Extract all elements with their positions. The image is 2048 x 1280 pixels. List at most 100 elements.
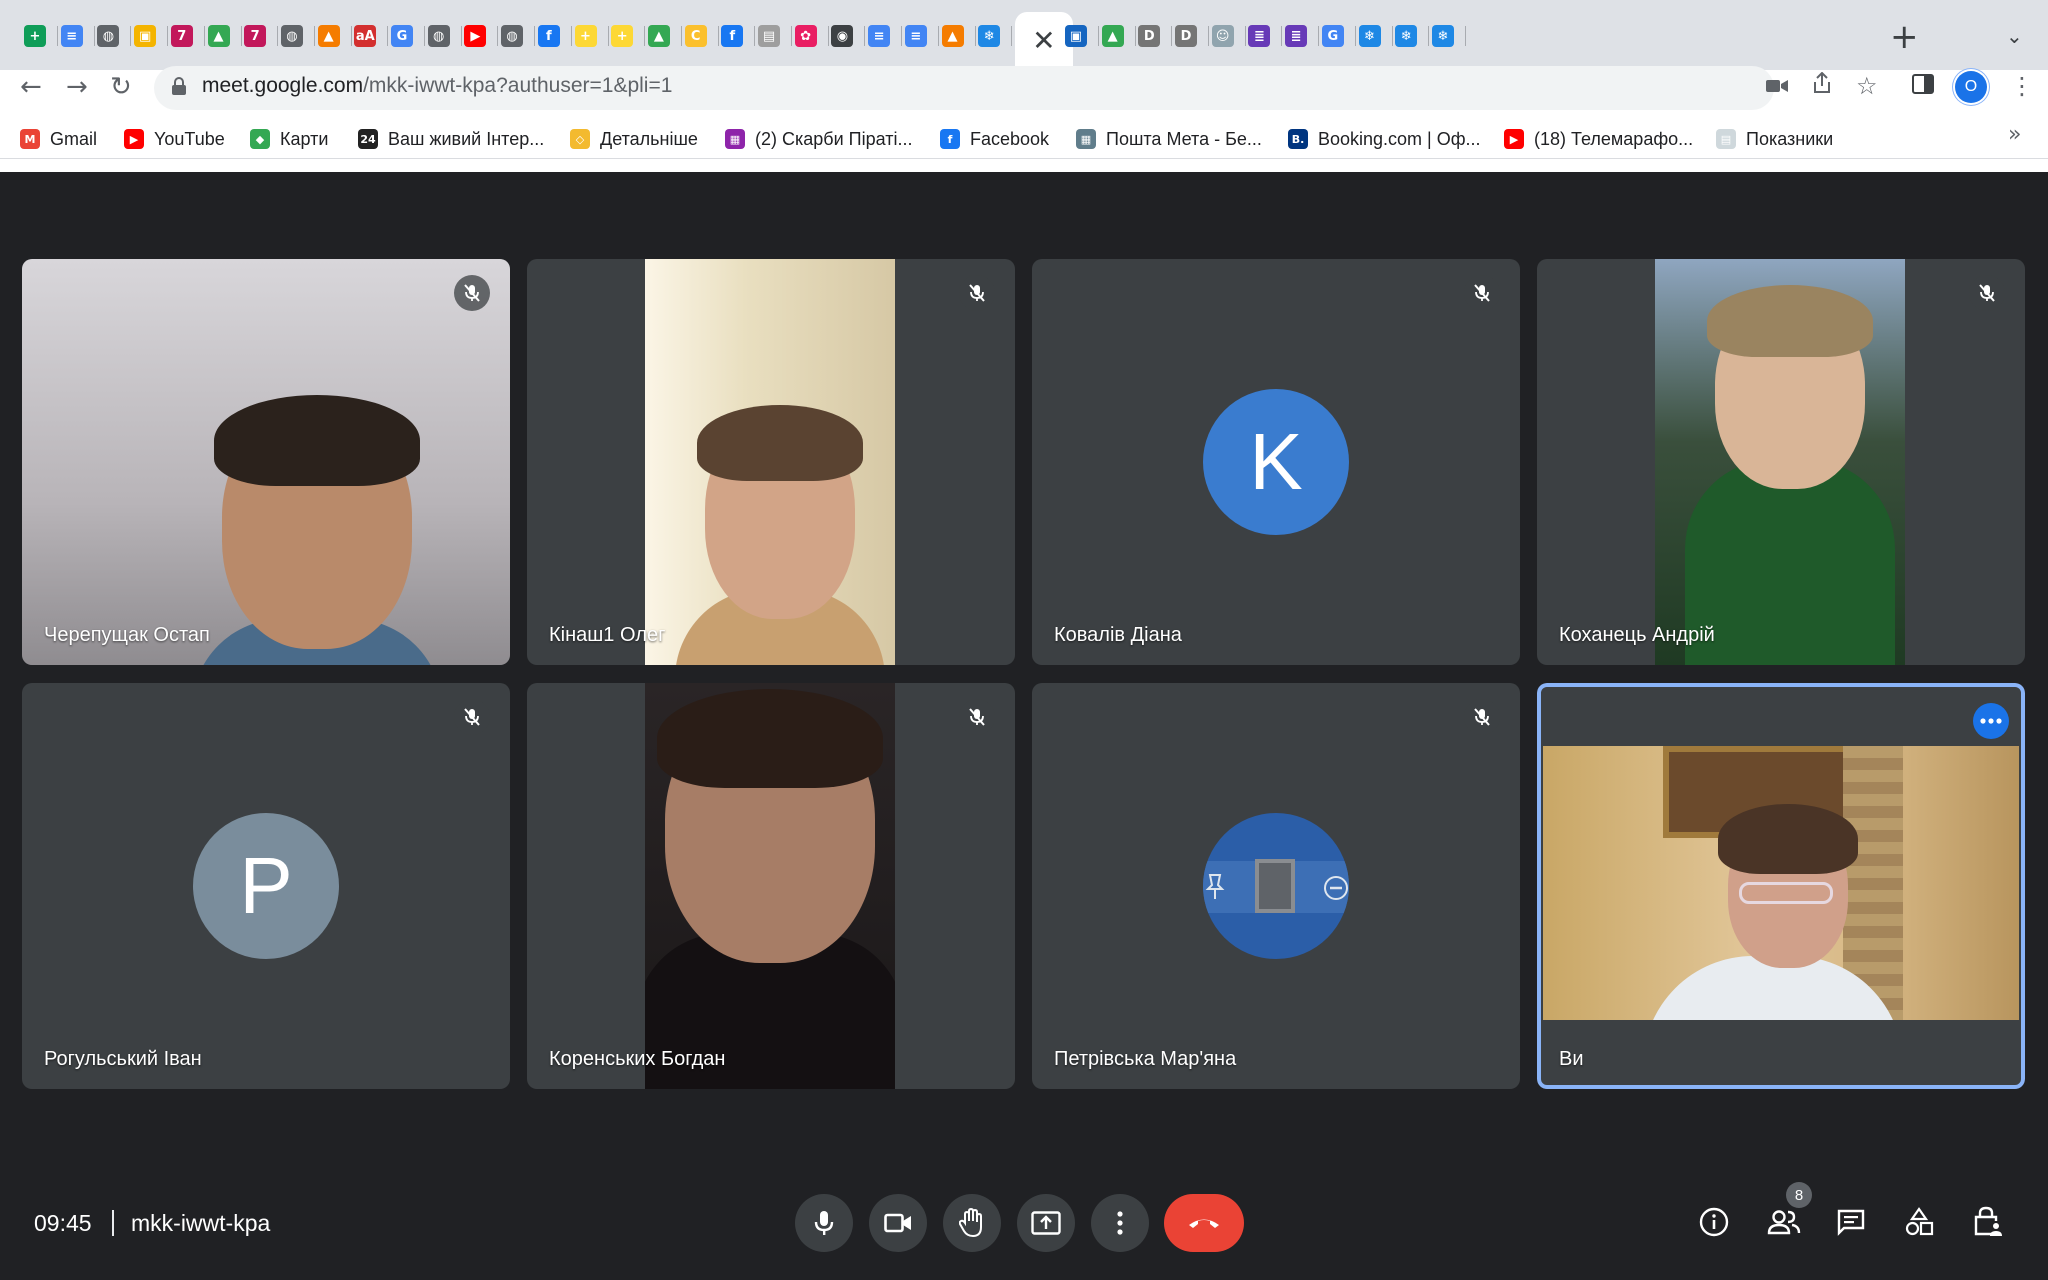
participant-tile[interactable]: Кінаш1 Олег [527, 259, 1015, 665]
plus-circle-icon: + [574, 25, 597, 47]
participant-name: Рогульський Іван [44, 1048, 202, 1070]
profile-avatar[interactable]: O [1955, 71, 1987, 103]
facebook-icon: f [537, 25, 560, 47]
tab[interactable]: ❄ [1420, 16, 1466, 56]
bookmark-label: Booking.com | Оф... [1318, 128, 1481, 149]
leave-call-button[interactable] [1164, 1194, 1244, 1252]
meeting-time: 09:45 [34, 1210, 92, 1236]
raise-hand-button[interactable] [943, 1194, 1001, 1252]
phone-hangup-icon [1189, 1219, 1219, 1228]
bookmark-item[interactable]: M Gmail [20, 122, 97, 156]
google-icon: G [391, 25, 413, 47]
chrome-icon: ◉ [831, 25, 854, 47]
bookmark-label: (18) Телемарафо... [1534, 128, 1694, 149]
bookmark-item[interactable]: B. Booking.com | Оф... [1288, 122, 1481, 156]
camera-button[interactable] [869, 1194, 927, 1252]
drive-icon: ▲ [1101, 25, 1124, 47]
bookmark-label: Ваш живий Інтер... [388, 128, 545, 149]
activities-button[interactable] [1897, 1200, 1941, 1244]
self-video [1543, 746, 2019, 1020]
bookmark-item[interactable]: ▦ (2) Скарби Піраті... [725, 122, 912, 156]
reload-button[interactable]: ↻ [110, 72, 132, 102]
lock-icon[interactable] [172, 77, 186, 95]
participant-tile[interactable]: Петрівська Мар'яна [1032, 683, 1520, 1089]
bookmark-label: Gmail [50, 128, 98, 149]
bookmark-item[interactable]: ▤ Показники [1716, 122, 1833, 156]
meeting-code: mkk-iwwt-kpa [131, 1210, 271, 1236]
share-icon[interactable] [1812, 71, 1832, 100]
youtube-icon: ▶ [124, 129, 144, 149]
participant-count-badge: 8 [1786, 1182, 1812, 1208]
tab-separator [1011, 26, 1013, 46]
facebook-icon: f [940, 129, 960, 149]
shapes-icon [1905, 1207, 1934, 1236]
info-icon [1699, 1207, 1729, 1237]
participant-name: Кінаш1 Олег [549, 624, 666, 646]
bookmark-label: Facebook [970, 128, 1050, 149]
participant-name: Черепущак Остап [44, 624, 210, 646]
new-tab-button[interactable]: + [1890, 20, 1919, 54]
microphone-button[interactable] [795, 1194, 853, 1252]
bookmark-item[interactable]: 24 Ваш живий Інтер... [358, 122, 544, 156]
bookmark-label: Пошта Мета - Бе... [1106, 128, 1262, 149]
youtube-icon: ▶ [1504, 129, 1524, 149]
camera-in-use-icon[interactable] [1766, 72, 1788, 100]
back-button[interactable]: ← [20, 72, 42, 102]
bookmarks-overflow-button[interactable]: » [2008, 122, 2021, 147]
more-vert-icon [1117, 1211, 1123, 1235]
divider [112, 1210, 114, 1236]
gmail-icon: M [20, 129, 40, 149]
drive-icon: ▲ [207, 25, 230, 47]
globe-icon: ◍ [280, 25, 303, 47]
participant-avatar [1203, 813, 1349, 959]
d-icon: D [1138, 25, 1161, 47]
people-icon [1767, 1210, 1801, 1235]
present-screen-button[interactable] [1017, 1194, 1075, 1252]
doc-icon: ▤ [1716, 129, 1736, 149]
self-view-tile[interactable]: Ви [1537, 683, 2025, 1089]
bookmark-item[interactable]: ▶ YouTube [124, 122, 225, 156]
muted-mic-icon [454, 699, 490, 735]
participant-tile[interactable]: Коханець Андрій [1537, 259, 2025, 665]
browser-menu-icon[interactable]: ⋮ [2010, 72, 2034, 100]
binance-icon: ◇ [570, 129, 590, 149]
muted-mic-icon [1464, 275, 1500, 311]
globe-icon: ◍ [427, 25, 450, 47]
hand-icon [959, 1208, 982, 1238]
muted-mic-icon [959, 275, 995, 311]
bookmark-label: (2) Скарби Піраті... [755, 128, 913, 149]
more-options-button[interactable] [1091, 1194, 1149, 1252]
camera-icon [884, 1213, 911, 1233]
globe-icon: ◍ [97, 25, 120, 47]
tab-search-button[interactable]: ⌄ [2006, 24, 2023, 48]
bookmark-item[interactable]: ◆ Карти [250, 122, 328, 156]
book-icon: ▤ [758, 25, 780, 47]
bookmark-item[interactable]: ▶ (18) Телемарафо... [1504, 122, 1693, 156]
bookmark-item[interactable]: f Facebook [940, 122, 1049, 156]
participant-options-button[interactable] [1973, 703, 2009, 739]
chat-button[interactable] [1829, 1200, 1873, 1244]
bookmark-star-icon[interactable]: ☆ [1856, 72, 1878, 100]
snowflake-icon: ❄ [1395, 25, 1418, 47]
mask-icon: ☺ [1211, 25, 1234, 47]
seven-icon: 7 [170, 25, 193, 47]
host-controls-button[interactable] [1965, 1200, 2009, 1244]
forward-button[interactable]: → [66, 72, 88, 102]
bookmark-item[interactable]: ◇ Детальніше [570, 122, 698, 156]
meeting-details-button[interactable] [1692, 1200, 1736, 1244]
pin-icon [1205, 874, 1225, 899]
microphone-icon [814, 1211, 834, 1235]
participant-tile[interactable]: Черепущак Остап [22, 259, 510, 665]
bookmark-item[interactable]: ▦ Пошта Мета - Бе... [1076, 122, 1262, 156]
participant-tile[interactable]: Коренських Богдан [527, 683, 1015, 1089]
seven-icon: 7 [244, 25, 267, 47]
participant-tile[interactable]: K Ковалів Діана [1032, 259, 1520, 665]
participant-tile[interactable]: P Рогульський Іван [22, 683, 510, 1089]
url-text[interactable]: meet.google.com/mkk-iwwt-kpa?authuser=1&… [202, 74, 672, 98]
c-icon: C [684, 25, 707, 47]
side-panel-icon[interactable] [1912, 72, 1934, 100]
tab[interactable]: ❄ [966, 16, 1013, 56]
globe-icon: ◍ [501, 25, 524, 47]
muted-mic-icon [1969, 275, 2005, 311]
participant-name: Коренських Богдан [549, 1048, 726, 1070]
